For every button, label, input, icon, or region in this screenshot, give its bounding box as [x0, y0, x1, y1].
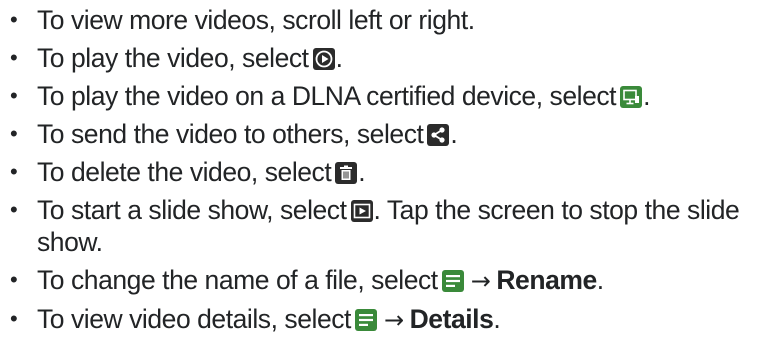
share-icon: [427, 124, 450, 146]
bullet-dot: •: [10, 306, 18, 331]
item-text-end: .: [335, 43, 343, 73]
menu-option-rename: Rename: [496, 265, 597, 295]
arrow-glyph: →: [383, 306, 404, 334]
list-item: • To view video details, select → Details.: [0, 300, 779, 339]
bullet-dot: •: [10, 159, 18, 184]
list-item: • To delete the video, select.: [0, 153, 779, 191]
item-text-end: .: [493, 304, 501, 334]
arrow-glyph: →: [470, 267, 491, 295]
slideshow-icon: [350, 200, 373, 222]
item-text: To view more videos, scroll left or righ…: [37, 5, 475, 35]
item-text: To start a slide show, select: [37, 195, 347, 225]
item-text: To delete the video, select: [37, 157, 332, 187]
list-item: • To play the video, select.: [0, 39, 779, 77]
item-text: To change the name of a file, select: [37, 265, 438, 295]
menu-icon: [441, 270, 464, 292]
bullet-dot: •: [10, 7, 18, 32]
list-item: • To change the name of a file, select → Re…: [0, 261, 779, 300]
item-text-end: .: [643, 81, 650, 111]
bullet-dot: •: [10, 197, 18, 222]
item-text: To view video details, select: [37, 304, 351, 334]
item-text-end: .: [450, 119, 458, 149]
item-text: To play the video on a DLNA certified de…: [37, 81, 617, 111]
bullet-dot: •: [10, 83, 18, 108]
list-item: • To start a slide show, select. Tap the …: [0, 191, 779, 261]
trash-icon: [335, 162, 358, 184]
bullet-list: • To view more videos, scroll left or rig…: [0, 1, 779, 339]
bullet-dot: •: [10, 45, 18, 70]
menu-option-details: Details: [409, 304, 494, 334]
play-circle-icon: [312, 48, 335, 70]
item-text: To play the video, select: [37, 43, 309, 73]
list-item: • To play the video on a DLNA certified d…: [0, 77, 779, 115]
bullet-dot: •: [10, 121, 18, 146]
item-text-end: .: [358, 157, 366, 187]
bullet-dot: •: [10, 267, 18, 292]
item-text-end: .: [596, 265, 604, 295]
instruction-document: • To view more videos, scroll left or rig…: [0, 0, 779, 364]
list-item: • To send the video to others, select.: [0, 115, 779, 153]
menu-icon: [354, 309, 377, 331]
item-text: To send the video to others, select: [37, 119, 424, 149]
list-item: • To view more videos, scroll left or rig…: [0, 1, 779, 39]
dlna-device-icon: [620, 86, 643, 108]
